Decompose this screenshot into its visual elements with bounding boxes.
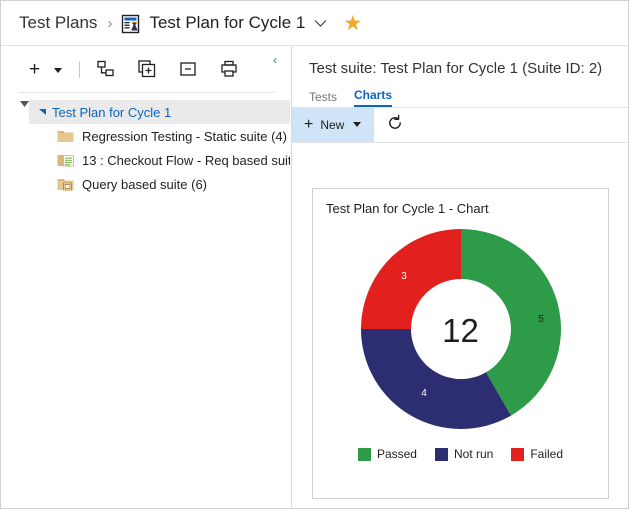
- breadcrumb-separator-icon: ›: [107, 15, 112, 32]
- refresh-button[interactable]: [374, 108, 416, 142]
- chevron-down-icon[interactable]: [314, 16, 327, 31]
- toolbar-bottom-rule: [19, 92, 275, 93]
- tree-expander-icon[interactable]: [15, 100, 33, 110]
- expand-all-icon[interactable]: [136, 58, 158, 80]
- legend-swatch-not-run: [435, 448, 448, 461]
- new-suite-dropdown-button[interactable]: +: [29, 60, 62, 79]
- print-icon[interactable]: [218, 58, 240, 80]
- suite-tree: Test Plan for Cycle 1 Regression Testing…: [1, 100, 290, 509]
- legend-item-not-run[interactable]: Not run: [435, 447, 493, 461]
- legend-label-not-run: Not run: [454, 447, 493, 461]
- legend-label-failed: Failed: [530, 447, 563, 461]
- tree-item-label: Query based suite (6): [82, 177, 207, 192]
- tree-collapse-caret-icon[interactable]: [39, 107, 47, 117]
- donut-chart: 5 4 3 12: [313, 216, 608, 441]
- legend-label-passed: Passed: [377, 447, 417, 461]
- tab-charts[interactable]: Charts: [354, 88, 392, 107]
- test-plans-window: Test Plans › Test Plan for Cycle 1 ★ +: [0, 0, 629, 509]
- donut-label-failed: 3: [401, 271, 407, 282]
- tree-item-label: Regression Testing - Static suite (4): [82, 129, 287, 144]
- chevron-down-icon: [353, 122, 361, 130]
- suites-panel: +: [1, 45, 291, 509]
- legend-item-failed[interactable]: Failed: [511, 447, 563, 461]
- breadcrumb: Test Plans › Test Plan for Cycle 1 ★: [1, 1, 629, 45]
- requirement-suite-folder-icon: [57, 153, 74, 167]
- suite-details-panel: Test suite: Test Plan for Cycle 1 (Suite…: [292, 45, 628, 508]
- favorite-star-icon[interactable]: ★: [343, 13, 362, 34]
- refresh-icon: [386, 114, 404, 137]
- plus-icon: +: [304, 117, 313, 133]
- tree-item-test-plan-root[interactable]: Test Plan for Cycle 1: [29, 100, 290, 124]
- breadcrumb-current-plan[interactable]: Test Plan for Cycle 1: [149, 13, 305, 33]
- legend-item-passed[interactable]: Passed: [358, 447, 417, 461]
- tree-item-label: 13 : Checkout Flow - Req based suite (2): [82, 153, 290, 168]
- chart-title: Test Plan for Cycle 1 - Chart: [313, 189, 608, 216]
- collapse-panel-chevron-icon[interactable]: ‹: [273, 54, 277, 66]
- legend-swatch-passed: [358, 448, 371, 461]
- collapse-all-icon[interactable]: [177, 58, 199, 80]
- charts-toolbar: + New: [292, 108, 628, 143]
- new-chart-label: New: [320, 118, 344, 132]
- suite-title: Test suite: Test Plan for Cycle 1 (Suite…: [292, 46, 628, 77]
- tree-item-requirement-suite[interactable]: 13 : Checkout Flow - Req based suite (2): [1, 148, 290, 172]
- new-suite-icon[interactable]: [95, 58, 117, 80]
- toolbar-divider: [79, 61, 80, 78]
- suite-tabs: Tests Charts: [292, 86, 628, 107]
- plus-icon: +: [29, 60, 49, 79]
- tree-item-label: Test Plan for Cycle 1: [52, 105, 171, 120]
- legend-swatch-failed: [511, 448, 524, 461]
- chart-legend: Passed Not run Failed: [313, 447, 608, 461]
- test-plan-icon: [121, 14, 141, 34]
- tree-item-static-suite[interactable]: Regression Testing - Static suite (4): [1, 124, 290, 148]
- static-suite-folder-icon: [57, 129, 74, 143]
- chart-card[interactable]: Test Plan for Cycle 1 - Chart 5 4 3 12: [312, 188, 609, 499]
- tree-item-query-suite[interactable]: Query based suite (6): [1, 172, 290, 196]
- tab-tests[interactable]: Tests: [309, 90, 337, 107]
- donut-label-not-run: 4: [421, 388, 427, 399]
- donut-total-value: 12: [313, 312, 608, 350]
- chevron-down-icon: [54, 67, 62, 76]
- suites-toolbar: +: [1, 46, 291, 92]
- query-suite-folder-icon: [57, 177, 74, 191]
- new-chart-button[interactable]: + New: [292, 108, 374, 142]
- breadcrumb-root-link[interactable]: Test Plans: [19, 13, 97, 33]
